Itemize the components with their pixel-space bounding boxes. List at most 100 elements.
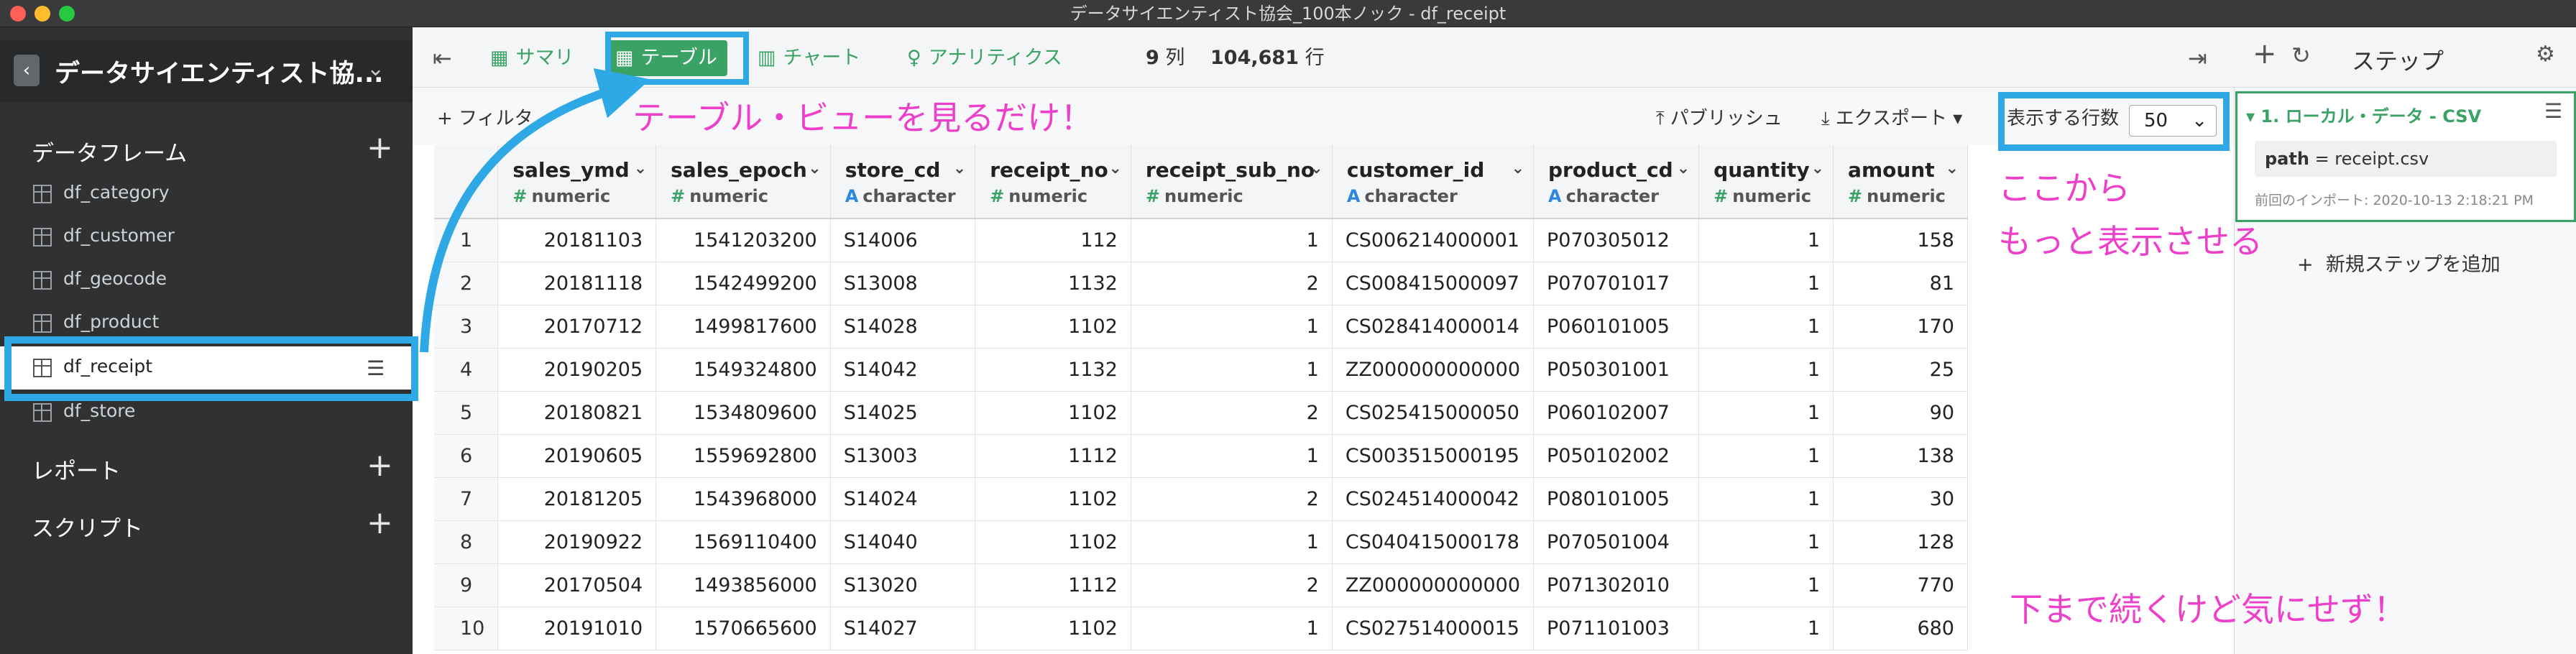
column-header[interactable]: store_cd Acharacter ⌄ [830, 145, 976, 219]
table-cell: S13008 [830, 262, 976, 305]
table-cell: S14006 [830, 218, 976, 262]
column-header[interactable]: customer_id Acharacter ⌄ [1332, 145, 1535, 219]
table-cell: 1132 [975, 262, 1131, 305]
settings-sliders-icon[interactable]: ⚙ [2536, 42, 2555, 67]
annotation-text: ここから [1998, 169, 2130, 208]
chevron-down-icon[interactable]: ⌄ [367, 56, 385, 81]
row-index: 6 [434, 434, 499, 478]
table-cell: 2 [1131, 262, 1333, 305]
table-cell: S13003 [830, 434, 976, 478]
chevron-down-icon[interactable]: ⌄ [1677, 160, 1690, 178]
sidebar-item-label: df_geocode [63, 268, 167, 289]
column-header[interactable]: amount # numeric ⌄ [1833, 145, 1968, 219]
annotation-text: もっと表示させる [1998, 222, 2263, 261]
step-card[interactable]: ▾ 1. ローカル・データ - CSV ☰ path = receipt.csv… [2235, 91, 2576, 222]
table-cell: 138 [1833, 434, 1968, 478]
table-cell: CS008415000097 [1332, 262, 1535, 305]
table-cell: 20181205 [497, 477, 657, 521]
table-cell: CS027514000015 [1332, 607, 1535, 650]
column-header[interactable]: quantity # numeric ⌄ [1698, 145, 1834, 219]
column-header[interactable]: sales_epoch # numeric ⌄ [656, 145, 831, 219]
table-cell: 1493856000 [656, 563, 831, 607]
table-cell: 81 [1833, 262, 1968, 305]
add-new-step-button[interactable]: + 新規ステップを追加 [2297, 249, 2501, 277]
table-cell: S14028 [830, 305, 976, 349]
table-cell: 1549324800 [656, 348, 831, 392]
column-header[interactable]: receipt_sub_no # numeric ⌄ [1131, 145, 1333, 219]
table-cell: 1 [1698, 477, 1834, 521]
sidebar-item-label: df_customer [63, 225, 175, 246]
table-cell: 1 [1131, 434, 1333, 478]
chevron-down-icon[interactable]: ⌄ [953, 160, 966, 178]
table-cell: ZZ000000000000 [1332, 563, 1535, 607]
table-cell: S14027 [830, 607, 976, 650]
sidebar-item-df-customer[interactable]: df_customer [0, 216, 413, 259]
chevron-down-icon[interactable]: ⌄ [1512, 160, 1524, 178]
caret-down-icon: ▾ [2246, 106, 2261, 126]
table-icon [33, 314, 52, 333]
column-header[interactable]: product_cd Acharacter ⌄ [1533, 145, 1700, 219]
table-cell: 1102 [975, 477, 1131, 521]
column-count: 9 列 [1146, 47, 1185, 69]
table-cell: 20190605 [497, 434, 657, 478]
chevron-down-icon[interactable]: ⌄ [1108, 160, 1121, 178]
tab-chart[interactable]: ▥ チャート [758, 40, 860, 76]
table-cell: 1 [1698, 348, 1834, 392]
hamburger-menu-icon[interactable]: ☰ [2544, 99, 2562, 123]
table-cell: 1 [1698, 607, 1834, 650]
table-cell: P060102007 [1533, 391, 1700, 435]
add-script-button[interactable]: + [367, 507, 393, 539]
table-row: 9 20170504 1493856000 S13020 1112 2 ZZ00000000… [434, 563, 1968, 607]
chevron-left-icon[interactable]: ‹ [14, 55, 40, 86]
table-cell: 1112 [975, 434, 1131, 478]
column-header[interactable]: receipt_no # numeric ⌄ [975, 145, 1131, 219]
table-cell: 2 [1131, 477, 1333, 521]
table-cell: P070701017 [1533, 262, 1700, 305]
table-cell: 1 [1131, 607, 1333, 650]
table-cell: S14040 [830, 520, 976, 564]
sidebar-item-label: df_product [63, 311, 160, 332]
table-cell: 1102 [975, 520, 1131, 564]
table-row: 8 20190922 1569110400 S14040 1102 1 CS04041500… [434, 520, 1968, 564]
chevron-down-icon[interactable]: ⌄ [1310, 160, 1322, 178]
scripts-section-label: スクリプト [32, 516, 143, 542]
publish-button[interactable]: ⤒ パブリッシュ [1656, 103, 1782, 130]
sidebar-item-df-geocode[interactable]: df_geocode [0, 259, 413, 302]
table-cell: S14025 [830, 391, 976, 435]
table-cell: S13020 [830, 563, 976, 607]
table-cell: S14024 [830, 477, 976, 521]
add-step-plus-icon[interactable]: + [2253, 37, 2277, 70]
table-cell: CS024514000042 [1332, 477, 1535, 521]
table-cell: 20170504 [497, 563, 657, 607]
table-cell: 25 [1833, 348, 1968, 392]
refresh-icon[interactable]: ↻ [2291, 42, 2311, 69]
table-cell: 1 [1698, 520, 1834, 564]
export-button[interactable]: ⤓ エクスポート ▾ [1821, 103, 1962, 130]
table-cell: 1112 [975, 563, 1131, 607]
chevron-down-icon[interactable]: ⌄ [808, 160, 821, 178]
table-cell: 90 [1833, 391, 1968, 435]
table-row: 1 20181103 1541203200 S14006 112 1 CS006214000… [434, 218, 1968, 262]
table-cell: 170 [1833, 305, 1968, 349]
sidebar-item-df-category[interactable]: df_category [0, 172, 413, 216]
dataframes-section-label: データフレーム [32, 141, 188, 167]
collapse-right-icon[interactable]: ⇥ [2188, 40, 2207, 76]
chevron-down-icon[interactable]: ⌄ [1946, 160, 1959, 178]
row-index: 10 [434, 607, 499, 650]
table-cell: 20180821 [497, 391, 657, 435]
table-cell: 680 [1833, 607, 1968, 650]
table-icon [33, 185, 52, 203]
tab-analytics[interactable]: ♀ アナリティクス [907, 40, 1062, 76]
chevron-down-icon[interactable]: ⌄ [1811, 160, 1824, 178]
project-header[interactable]: ‹ データサイエンティスト協... ⌄ [0, 40, 413, 102]
lightbulb-icon: ♀ [907, 47, 921, 69]
add-report-button[interactable]: + [367, 450, 393, 482]
table-cell: P050301001 [1533, 348, 1700, 392]
table-cell: P070501004 [1533, 520, 1700, 564]
window-title-bar: データサイエンティスト協会_100本ノック - df_receipt [0, 0, 2576, 27]
table-cell: 1541203200 [656, 218, 831, 262]
table-cell: 128 [1833, 520, 1968, 564]
table-cell: 1 [1131, 520, 1333, 564]
table-cell: CS040415000178 [1332, 520, 1535, 564]
table-row: 5 20180821 1534809600 S14025 1102 2 CS02541500… [434, 391, 1968, 435]
